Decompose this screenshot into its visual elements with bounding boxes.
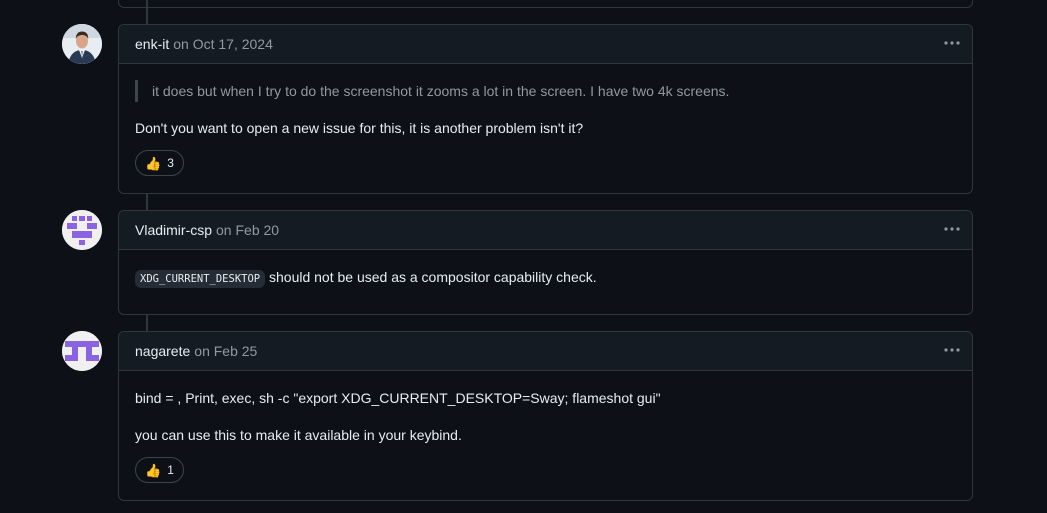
reaction-thumbs-up-button[interactable]: 👍 1: [135, 457, 184, 483]
inline-code: XDG_CURRENT_DESKTOP: [135, 270, 266, 288]
comment-author-link[interactable]: Vladimir-csp: [135, 222, 212, 238]
comment-text-line: you can use this to make it available in…: [135, 427, 462, 443]
comment-header: enk-it on Oct 17, 2024: [119, 25, 972, 64]
comment-text-line: bind = , Print, exec, sh -c "export XDG_…: [135, 390, 661, 406]
comment-card: Vladimir-csp on Feb 20 XDG_CURRENT_DESKT…: [118, 210, 973, 315]
comment-text: Don't you want to open a new issue for t…: [135, 120, 584, 136]
kebab-horizontal-icon: [944, 348, 960, 352]
comment-options-button[interactable]: [942, 34, 962, 52]
previous-comment-edge: [118, 0, 973, 8]
comment-header: nagarete on Feb 25: [119, 332, 972, 371]
blockquote: it does but when I try to do the screens…: [135, 80, 729, 102]
comment-options-button[interactable]: [942, 220, 962, 238]
avatar-vladimir-csp-identicon: [62, 210, 102, 250]
comment-text: XDG_CURRENT_DESKTOP should not be used a…: [135, 268, 597, 288]
thumbs-up-icon: 👍: [145, 462, 162, 478]
kebab-horizontal-icon: [944, 41, 960, 45]
comment-author-link[interactable]: enk-it: [135, 36, 169, 52]
avatar-nagarete-identicon: [62, 331, 102, 371]
comment-text-tail: should not be used as a compositor capab…: [265, 269, 597, 285]
reaction-count: 3: [167, 156, 174, 170]
timeline-connector: [146, 314, 148, 332]
comment-author-link[interactable]: nagarete: [135, 343, 190, 359]
comment-options-button[interactable]: [942, 341, 962, 359]
reaction-thumbs-up-button[interactable]: 👍 3: [135, 150, 184, 176]
discussion-timeline: enk-it on Oct 17, 2024 it does but when …: [0, 0, 1047, 513]
reaction-count: 1: [167, 463, 174, 477]
comment-timestamp[interactable]: on Feb 25: [194, 343, 257, 359]
comment-header: Vladimir-csp on Feb 20: [119, 211, 972, 250]
comment-timestamp[interactable]: on Oct 17, 2024: [173, 36, 273, 52]
comment-card: enk-it on Oct 17, 2024 it does but when …: [118, 24, 973, 194]
comment-card: nagarete on Feb 25 bind = , Print, exec,…: [118, 331, 973, 501]
avatar-enk-it-image: [62, 24, 102, 64]
avatar[interactable]: [62, 210, 102, 250]
kebab-horizontal-icon: [944, 227, 960, 231]
avatar[interactable]: [62, 24, 102, 64]
avatar[interactable]: [62, 331, 102, 371]
thumbs-up-icon: 👍: [145, 155, 162, 171]
comment-timestamp[interactable]: on Feb 20: [216, 222, 279, 238]
timeline-connector: [146, 193, 148, 211]
